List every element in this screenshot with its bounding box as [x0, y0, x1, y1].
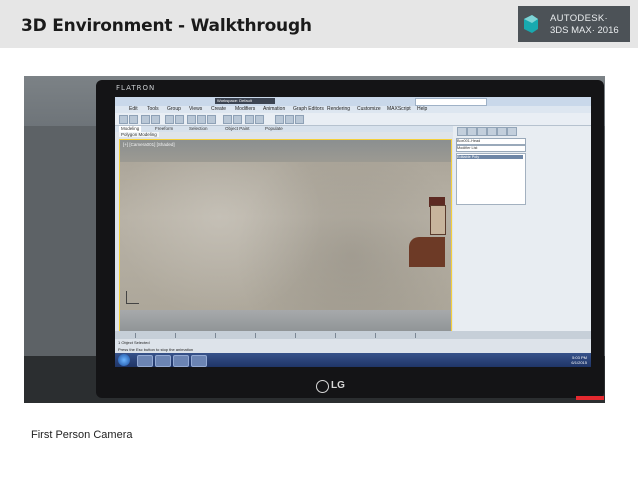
rotate-icon[interactable]: [197, 115, 206, 124]
align-icon[interactable]: [255, 115, 264, 124]
camera-viewport[interactable]: [+] [Camera001] [Shaded]: [119, 139, 452, 333]
timeline-tick: [335, 333, 336, 338]
system-clock: 5:03 PM 6/1/2015: [571, 355, 587, 365]
unlink-icon[interactable]: [151, 115, 160, 124]
clock-date: 6/1/2015: [571, 360, 587, 365]
menu-bar: [115, 106, 591, 113]
modifier-stack-item[interactable]: Editable Poly: [457, 155, 523, 159]
menu-rendering[interactable]: Rendering: [327, 106, 350, 113]
redo-icon[interactable]: [129, 115, 138, 124]
slide-caption: First Person Camera: [31, 429, 133, 441]
slide-header: 3D Environment - Walkthrough AUTODESK· 3…: [0, 0, 638, 48]
power-led: [576, 396, 604, 400]
modify-tab-icon[interactable]: [467, 127, 477, 136]
timeline-tick: [415, 333, 416, 338]
create-tab-icon[interactable]: [457, 127, 467, 136]
autodesk-logo-icon: [524, 15, 538, 33]
menu-modifiers[interactable]: Modifiers: [235, 106, 255, 113]
scale-icon[interactable]: [207, 115, 216, 124]
snap-icon[interactable]: [223, 115, 232, 124]
undo-icon[interactable]: [119, 115, 128, 124]
mirror-icon[interactable]: [245, 115, 254, 124]
render-icon[interactable]: [295, 115, 304, 124]
menu-edit[interactable]: Edit: [129, 106, 138, 113]
polygon-modeling-label[interactable]: Polygon Modeling: [119, 132, 159, 137]
viewport-label[interactable]: [+] [Camera001] [Shaded]: [123, 142, 175, 147]
3dsmax-taskbar-icon[interactable]: [191, 355, 207, 367]
menu-tools[interactable]: Tools: [147, 106, 159, 113]
menu-group[interactable]: Group: [167, 106, 181, 113]
timeline[interactable]: [115, 331, 591, 339]
product-name: 3DS MAX· 2016: [550, 25, 619, 36]
timeline-tick: [135, 333, 136, 338]
menu-create[interactable]: Create: [211, 106, 226, 113]
lg-logo-icon: [316, 380, 329, 393]
menu-views[interactable]: Views: [189, 106, 202, 113]
workspace-selector[interactable]: Workspace: Default: [215, 98, 275, 104]
display-tab-icon[interactable]: [497, 127, 507, 136]
axis-gizmo-icon: [126, 291, 139, 304]
menu-help[interactable]: Help: [417, 106, 427, 113]
monitor-logo: LG: [331, 380, 345, 391]
monitor-photo: FLATRON LG Workspace: Default Edit Tools…: [24, 76, 605, 403]
prompt-line: Press the Esc button to stop the animati…: [118, 347, 194, 352]
browser-icon[interactable]: [155, 355, 171, 367]
slide-title: 3D Environment - Walkthrough: [21, 16, 312, 36]
media-player-icon[interactable]: [173, 355, 189, 367]
utilities-tab-icon[interactable]: [507, 127, 517, 136]
link-icon[interactable]: [141, 115, 150, 124]
menu-animation[interactable]: Animation: [263, 106, 285, 113]
render-setup-icon[interactable]: [285, 115, 294, 124]
timeline-tick: [295, 333, 296, 338]
modifier-stack[interactable]: [456, 153, 526, 205]
scene-floor: [120, 310, 451, 332]
tab-object-paint[interactable]: Object Paint: [225, 126, 250, 132]
motion-tab-icon[interactable]: [487, 127, 497, 136]
move-icon[interactable]: [187, 115, 196, 124]
monitor-brand: FLATRON: [116, 84, 156, 92]
explorer-icon[interactable]: [137, 355, 153, 367]
autodesk-wordmark: AUTODESK·: [550, 13, 608, 24]
timeline-tick: [375, 333, 376, 338]
start-button-icon[interactable]: [118, 354, 130, 366]
app-titlebar: [115, 97, 591, 106]
hierarchy-tab-icon[interactable]: [477, 127, 487, 136]
menu-maxscript[interactable]: MAXScript: [387, 106, 411, 113]
selection-status: 1 Object Selected: [118, 340, 150, 345]
monitor-screen: Workspace: Default Edit Tools Group View…: [115, 97, 591, 367]
menu-customize[interactable]: Customize: [357, 106, 381, 113]
modifier-list-dropdown[interactable]: Modifier List: [456, 145, 526, 152]
material-editor-icon[interactable]: [275, 115, 284, 124]
select-by-name-icon[interactable]: [175, 115, 184, 124]
timeline-tick: [255, 333, 256, 338]
furniture-object: [409, 237, 445, 267]
search-input[interactable]: [415, 98, 487, 106]
tab-selection[interactable]: Selection: [189, 126, 208, 132]
tab-populate[interactable]: Populate: [265, 126, 283, 132]
autodesk-logo: AUTODESK· 3DS MAX· 2016: [518, 6, 630, 42]
lamp-object: [430, 205, 446, 235]
timeline-tick: [215, 333, 216, 338]
menu-graph-editors[interactable]: Graph Editors: [293, 106, 324, 113]
select-icon[interactable]: [165, 115, 174, 124]
object-name-field[interactable]: Box001-Head: [456, 138, 526, 145]
angle-snap-icon[interactable]: [233, 115, 242, 124]
timeline-tick: [175, 333, 176, 338]
